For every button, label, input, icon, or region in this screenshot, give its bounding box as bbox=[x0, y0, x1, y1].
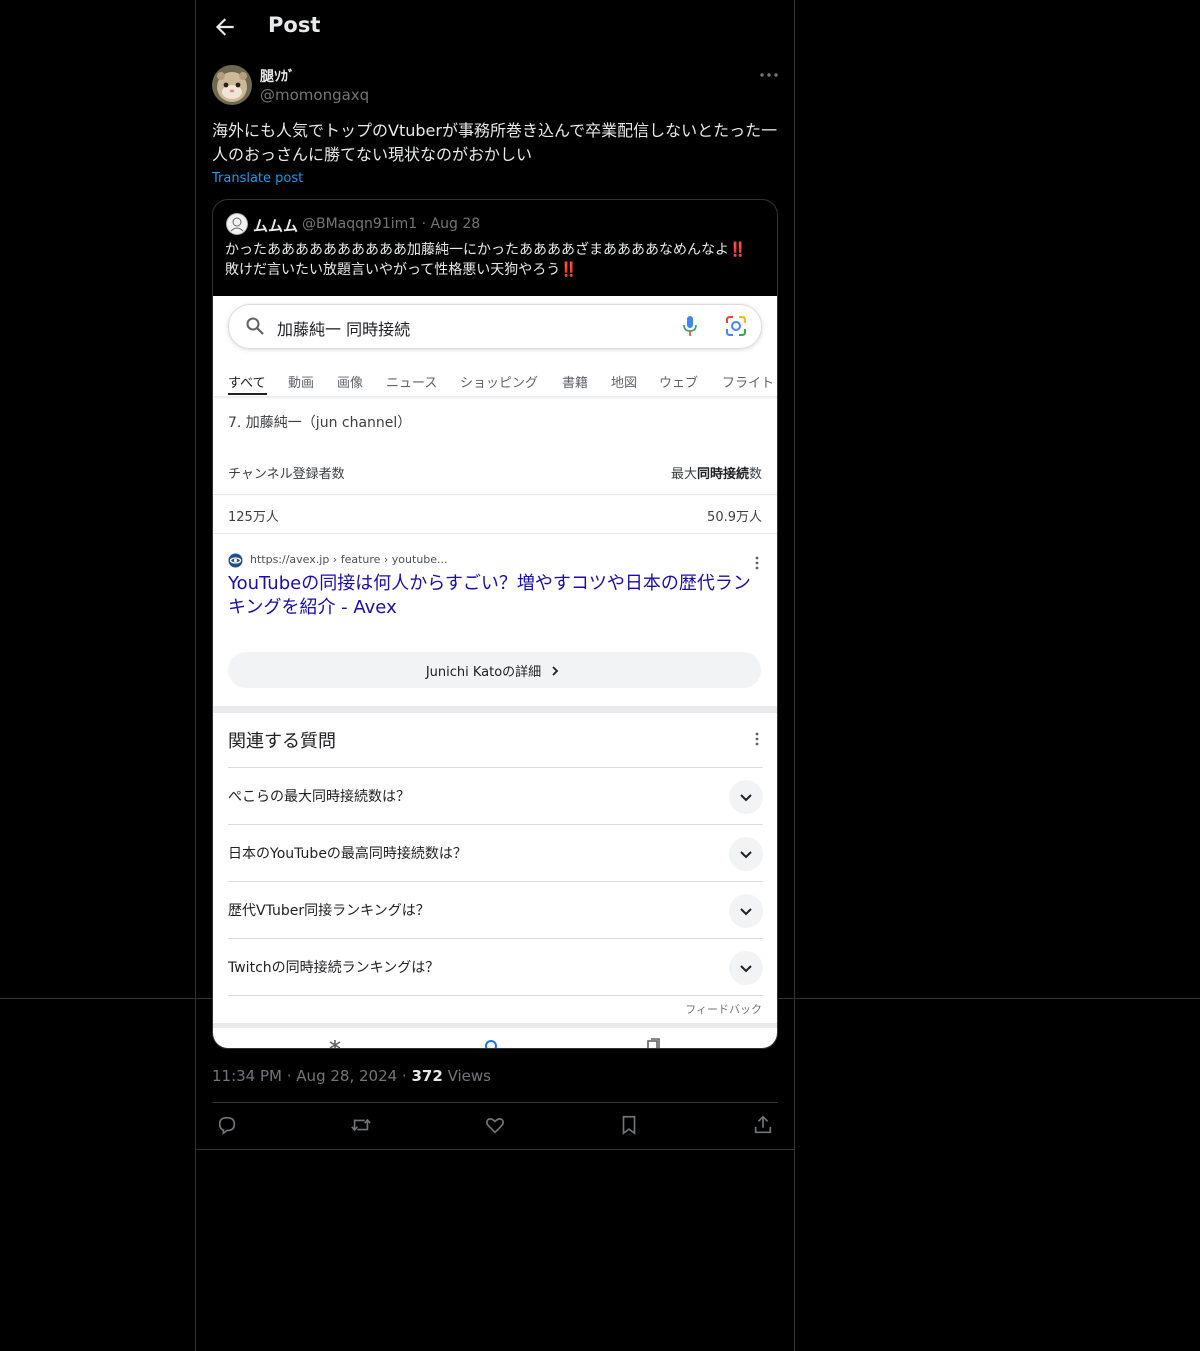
quoted-avatar[interactable] bbox=[226, 213, 248, 235]
search-tabs: すべて 動画 画像 ニュース ショッピング 書籍 地図 ウェブ フライト bbox=[213, 368, 777, 398]
bottom-divider bbox=[213, 1023, 777, 1028]
back-arrow-icon[interactable] bbox=[212, 14, 238, 40]
active-tab-underline bbox=[228, 393, 267, 395]
question-row: ぺこらの最大同時接続数は？ bbox=[228, 767, 763, 825]
meta-dot: · bbox=[281, 1067, 297, 1085]
header-suffix: 数 bbox=[748, 467, 762, 482]
post-timestamp: 11:34 PM · Aug 28, 2024 · 372 Views bbox=[212, 1067, 491, 1085]
expand-chevron-icon bbox=[729, 894, 763, 928]
table-divider bbox=[213, 494, 777, 495]
views-count: 372 bbox=[411, 1067, 443, 1085]
avex-favicon-icon bbox=[228, 553, 243, 568]
kebab-menu-icon bbox=[755, 556, 759, 570]
search-icon bbox=[246, 317, 264, 335]
post-column: Post 腿ｿｶﾞ @momongaxq 海外にも人気でトップのVtuberが事… bbox=[195, 0, 795, 1351]
quoted-handle[interactable]: @BMaqqn91im1 bbox=[302, 216, 417, 232]
post-text: 海外にも人気でトップのVtuberが事務所巻き込んで卒業配信しないとたった一人の… bbox=[212, 121, 778, 164]
detail-button-label: Junichi Katoの詳細 bbox=[228, 661, 761, 680]
quoted-meta: @BMaqqn91im1 · Aug 28 bbox=[302, 216, 480, 232]
header-bold: 同時接続 bbox=[696, 467, 749, 482]
post-header: Post bbox=[196, 0, 794, 54]
page-title: Post bbox=[268, 13, 321, 37]
discover-icon bbox=[329, 1040, 341, 1048]
actions-top-divider bbox=[212, 1102, 778, 1103]
tab-images: 画像 bbox=[337, 376, 364, 391]
tab-books: 書籍 bbox=[562, 376, 589, 391]
quoted-display-name[interactable]: ムムム bbox=[253, 215, 298, 236]
quoted-post[interactable]: ムムム @BMaqqn91im1 · Aug 28 かったああああああああああ加… bbox=[212, 199, 778, 1049]
result-link: YouTubeの同接は何人からすごい？増やすコツや日本の歴代ランキングを紹介 -… bbox=[228, 573, 751, 618]
reply-icon[interactable] bbox=[216, 1114, 238, 1136]
repost-icon[interactable] bbox=[350, 1114, 372, 1136]
table-cell-concurrent: 50.9万人 bbox=[707, 510, 762, 525]
table-header-subscribers: チャンネル登録者数 bbox=[228, 467, 345, 482]
meta-dot: · bbox=[421, 216, 431, 232]
question-row: 日本のYouTubeの最高同時接続数は？ bbox=[228, 824, 763, 882]
share-icon[interactable] bbox=[752, 1114, 774, 1136]
table-cell-subscribers: 125万人 bbox=[228, 510, 279, 525]
expand-chevron-icon bbox=[729, 837, 763, 871]
section-divider bbox=[213, 706, 777, 713]
question-text: ぺこらの最大同時接続数は？ bbox=[228, 789, 410, 805]
chevron-right-icon bbox=[552, 666, 559, 676]
post-date[interactable]: Aug 28, 2024 bbox=[296, 1067, 397, 1085]
post-time[interactable]: 11:34 PM bbox=[212, 1067, 282, 1085]
search-query: 加藤純一 同時接続 bbox=[277, 320, 411, 339]
table-header-concurrent: 最大同時接続数 bbox=[671, 463, 762, 482]
question-text: 日本のYouTubeの最高同時接続数は？ bbox=[228, 846, 467, 862]
questions-bottom-divider bbox=[228, 995, 763, 996]
more-options-icon[interactable] bbox=[758, 66, 780, 86]
translate-post-link[interactable]: Translate post bbox=[212, 171, 303, 186]
tabs-divider bbox=[213, 396, 777, 400]
attached-screenshot[interactable]: 加藤純一 同時接続 すべて 動画 画像 ニュース ショッピング 書籍 地図 ウェ… bbox=[213, 296, 777, 1048]
google-lens-icon bbox=[726, 316, 746, 336]
bottom-nav-icons bbox=[213, 1034, 777, 1048]
bookmark-icon[interactable] bbox=[618, 1114, 640, 1136]
post-bottom-divider bbox=[196, 1149, 794, 1150]
tab-maps: 地図 bbox=[611, 376, 638, 391]
tab-news: ニュース bbox=[386, 376, 438, 391]
header-prefix: 最大 bbox=[670, 467, 697, 482]
tab-all: すべて bbox=[228, 376, 266, 391]
question-text: 歴代VTuber同接ランキングは？ bbox=[228, 903, 430, 919]
quoted-text: かったああああああああああ加藤純一にかったああああざまああああなめんなよ‼️ 敗… bbox=[225, 240, 770, 280]
meta-dot: · bbox=[397, 1067, 412, 1085]
quoted-date[interactable]: Aug 28 bbox=[431, 216, 481, 232]
question-row: Twitchの同時接続ランキングは？ bbox=[228, 938, 763, 996]
question-row: 歴代VTuber同接ランキングは？ bbox=[228, 881, 763, 939]
tab-flights: フライト bbox=[722, 376, 775, 391]
tab-videos: 動画 bbox=[288, 376, 315, 391]
table-divider bbox=[213, 533, 777, 534]
expand-chevron-icon bbox=[729, 780, 763, 814]
result-url: https://avex.jp › feature › youtube... bbox=[250, 553, 448, 566]
display-name[interactable]: 腿ｿｶﾞ bbox=[260, 66, 295, 86]
search-bar: 加藤純一 同時接続 bbox=[228, 304, 762, 349]
related-questions-title: 関連する質問 bbox=[228, 731, 336, 752]
avatar[interactable] bbox=[212, 65, 252, 105]
detail-label-text: Junichi Katoの詳細 bbox=[425, 665, 542, 680]
double-exclamation-icon: ‼️ bbox=[729, 242, 747, 258]
question-text: Twitchの同時接続ランキングは？ bbox=[228, 960, 440, 976]
result-heading: 7. 加藤純一（jun channel） bbox=[228, 415, 412, 431]
expand-chevron-icon bbox=[729, 951, 763, 985]
saved-icon bbox=[647, 1038, 660, 1048]
tab-shopping: ショッピング bbox=[460, 376, 539, 391]
quoted-line-2: 敗けだ言いたい放題言いやがって性格悪い天狗やろう bbox=[225, 262, 561, 278]
kebab-menu-icon bbox=[755, 732, 759, 746]
detail-button: Junichi Katoの詳細 bbox=[228, 652, 761, 688]
views-label: Views bbox=[447, 1067, 491, 1085]
microphone-icon bbox=[683, 316, 697, 336]
double-exclamation-icon: ‼️ bbox=[560, 262, 578, 278]
like-heart-icon[interactable] bbox=[484, 1114, 506, 1136]
search-nav-icon bbox=[485, 1040, 497, 1048]
quoted-line-1: かったああああああああああ加藤純一にかったああああざまああああなめんなよ bbox=[225, 242, 729, 258]
tab-web: ウェブ bbox=[659, 376, 699, 391]
username-handle[interactable]: @momongaxq bbox=[260, 86, 369, 104]
feedback-link: フィードバック bbox=[685, 1003, 762, 1016]
